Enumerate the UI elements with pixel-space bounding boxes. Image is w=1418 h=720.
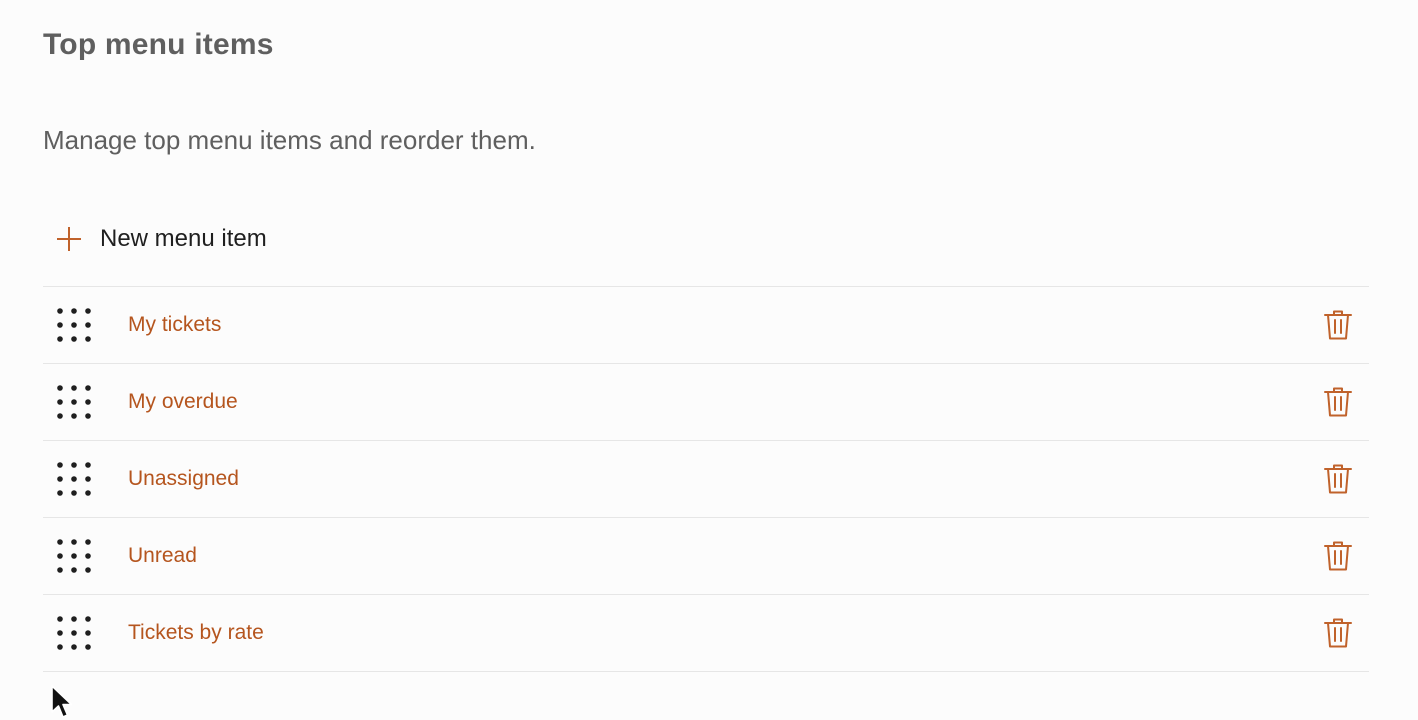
menu-item-row: My tickets (43, 287, 1369, 364)
trash-icon[interactable] (1323, 617, 1353, 649)
drag-handle-icon[interactable] (56, 307, 92, 343)
mouse-cursor-icon (50, 684, 74, 720)
page-title: Top menu items (43, 28, 274, 61)
new-menu-item-label: New menu item (100, 225, 267, 252)
trash-icon[interactable] (1323, 309, 1353, 341)
menu-item-link[interactable]: Tickets by rate (128, 621, 264, 645)
trash-icon[interactable] (1323, 386, 1353, 418)
menu-item-row: Unread (43, 518, 1369, 595)
menu-item-row: Unassigned (43, 441, 1369, 518)
page-description: Manage top menu items and reorder them. (43, 125, 536, 155)
menu-item-link[interactable]: My tickets (128, 313, 221, 337)
new-menu-item-button[interactable]: New menu item (56, 218, 267, 260)
menu-item-row: My overdue (43, 364, 1369, 441)
menu-item-link[interactable]: Unassigned (128, 467, 239, 491)
menu-items-list: My tickets My overdue Unassigned Unread … (43, 286, 1369, 672)
drag-handle-icon[interactable] (56, 615, 92, 651)
trash-icon[interactable] (1323, 540, 1353, 572)
settings-page: Top menu items Manage top menu items and… (0, 0, 1418, 720)
drag-handle-icon[interactable] (56, 461, 92, 497)
menu-item-row: Tickets by rate (43, 595, 1369, 672)
plus-icon (56, 226, 82, 252)
menu-item-link[interactable]: Unread (128, 544, 197, 568)
drag-handle-icon[interactable] (56, 384, 92, 420)
trash-icon[interactable] (1323, 463, 1353, 495)
menu-item-link[interactable]: My overdue (128, 390, 238, 414)
drag-handle-icon[interactable] (56, 538, 92, 574)
